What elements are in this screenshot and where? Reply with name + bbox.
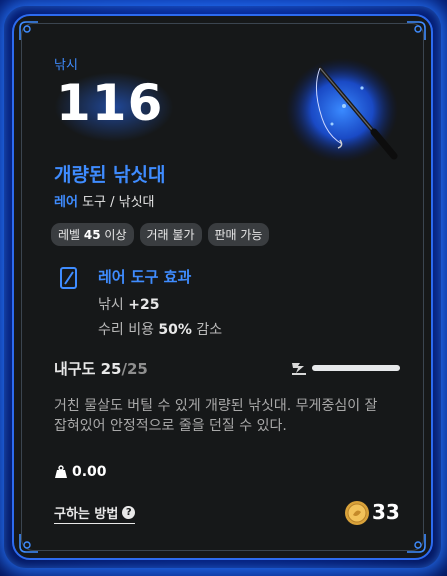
durability-bar-fill [312, 365, 400, 371]
durability-label: 내구도 25/25 [54, 358, 148, 379]
item-name: 개량된 낚싯대 [54, 164, 166, 186]
item-power-value: 116 [56, 74, 164, 132]
tag-sellable: 판매 가능 [207, 223, 270, 246]
corner-ornament [407, 534, 426, 553]
durability-max: /25 [121, 360, 148, 378]
tag-text: 거래 불가 [146, 228, 195, 242]
effect-label: 수리 비용 [98, 322, 159, 338]
item-type: 레어 도구 / 낚싯대 [54, 191, 155, 210]
item-weight: 0.00 [54, 464, 107, 480]
durability-current: 25 [100, 360, 122, 378]
effect-icon [60, 267, 77, 289]
fishing-rod-icon [286, 58, 398, 162]
how-to-obtain-label: 구하는 방법 [54, 507, 119, 522]
item-price: 33 [372, 500, 400, 524]
tag-text: 이상 [100, 228, 127, 242]
durability-icon [292, 363, 306, 375]
tag-level-requirement: 레벨 45 이상 [51, 223, 134, 246]
effect-fishing-bonus: 낚시 +25 [98, 294, 159, 314]
tag-text: 판매 가능 [214, 228, 263, 242]
item-tags: 레벨 45 이상 거래 불가 판매 가능 [51, 223, 270, 246]
weight-value: 0.00 [72, 464, 107, 480]
item-rarity: 레어 [54, 195, 78, 210]
effect-value: +25 [128, 297, 160, 313]
corner-ornament [19, 534, 38, 553]
effect-suffix: 감소 [191, 322, 223, 338]
corner-ornament [407, 21, 426, 40]
how-to-obtain-link[interactable]: 구하는 방법 ? [54, 503, 136, 524]
tag-untradeable: 거래 불가 [139, 223, 202, 246]
durability-title: 내구도 [54, 360, 101, 378]
tag-strong: 45 [83, 228, 101, 242]
effect-value: 50% [158, 322, 192, 338]
item-type-label: 도구 / 낚싯대 [82, 195, 155, 210]
corner-ornament [19, 21, 38, 40]
item-category: 낚시 [54, 58, 78, 73]
item-tooltip-card: 낚시 116 개량된 낚싯대 레어 도구 / 낚싯대 레벨 45 이상 거래 불… [12, 14, 433, 560]
effect-repair-discount: 수리 비용 50% 감소 [98, 319, 222, 339]
weight-icon [55, 465, 67, 478]
help-icon[interactable]: ? [122, 506, 136, 519]
coin-icon [345, 501, 369, 525]
tag-text: 레벨 [58, 228, 84, 242]
item-description: 거친 물살도 버틸 수 있게 개량된 낚싯대. 무게중심이 잘 잡혀있어 안정적… [54, 398, 378, 434]
durability-bar [312, 365, 400, 371]
effect-title: 레어 도구 효과 [98, 268, 192, 286]
effect-label: 낚시 [98, 297, 129, 313]
